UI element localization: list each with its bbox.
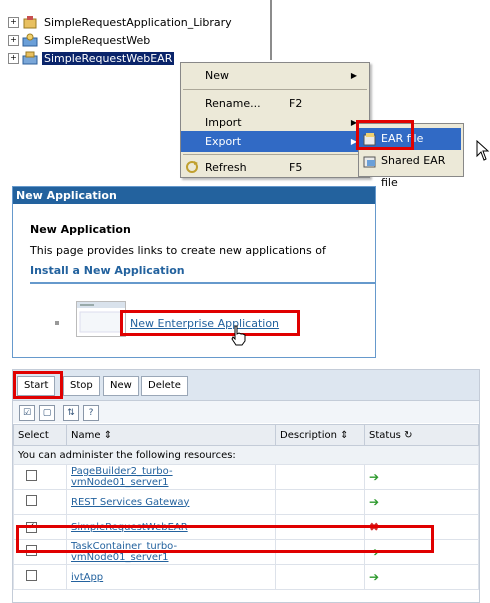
menu-item-label: Import xyxy=(205,116,242,129)
submenu-arrow-icon: ▶ xyxy=(350,71,357,80)
menu-item-label: Shared EAR file xyxy=(381,154,446,189)
menu-item-import[interactable]: Import ▶ xyxy=(181,112,367,133)
menu-item-export[interactable]: Export ▶ xyxy=(181,131,367,152)
refresh-icon xyxy=(185,160,199,181)
stop-button[interactable]: Stop xyxy=(63,376,100,396)
expand-icon[interactable]: + xyxy=(8,52,19,64)
deselect-all-icon[interactable]: ▢ xyxy=(39,405,55,421)
table-row: PageBuilder2_turbo-vmNode01_server1 ➔ xyxy=(13,464,479,490)
menu-item-rename[interactable]: Rename... F2 xyxy=(181,93,367,114)
column-header-description[interactable]: Description ⇕ xyxy=(275,424,365,446)
divider xyxy=(270,0,272,60)
app-name-line2: vmNode01_server1 xyxy=(71,552,169,563)
delete-button[interactable]: Delete xyxy=(141,376,188,396)
menu-item-shared-ear-file[interactable]: Shared EAR file xyxy=(359,150,461,189)
ear-project-icon xyxy=(22,51,38,65)
show-filter-icon[interactable]: ⇅ xyxy=(63,405,79,421)
library-project-icon xyxy=(22,15,38,29)
status-running-icon: ➔ xyxy=(369,470,380,484)
expand-icon[interactable]: + xyxy=(8,16,19,28)
new-button[interactable]: New xyxy=(103,376,139,396)
bullet-icon xyxy=(55,321,59,325)
highlight-enterprise-link xyxy=(120,310,300,336)
info-row: You can administer the following resourc… xyxy=(13,445,479,465)
sort-icon[interactable]: ⇕ xyxy=(340,430,348,441)
status-running-icon: ➔ xyxy=(369,570,380,584)
context-menu: New ▶ Rename... F2 Import ▶ Export ▶ Ref… xyxy=(180,62,370,178)
section-divider xyxy=(30,282,375,284)
menu-item-label: Rename... xyxy=(205,97,261,110)
filter-settings-icon[interactable]: ? xyxy=(83,405,99,421)
tree-item-web[interactable]: + SimpleRequestWeb xyxy=(8,32,152,48)
menu-item-refresh[interactable]: Refresh F5 xyxy=(181,157,367,178)
row-checkbox[interactable] xyxy=(26,495,37,506)
highlight-ear-file xyxy=(356,120,414,150)
refresh-status-icon[interactable]: ↻ xyxy=(404,430,412,441)
menu-shortcut: F2 xyxy=(289,97,303,110)
row-checkbox[interactable] xyxy=(26,570,37,581)
select-all-icon[interactable]: ☑ xyxy=(19,405,35,421)
description-cell xyxy=(275,489,365,515)
menu-item-label: New xyxy=(205,69,229,82)
app-name-line1: PageBuilder2_turbo- xyxy=(71,466,173,477)
application-link[interactable]: PageBuilder2_turbo-vmNode01_server1 xyxy=(71,466,271,488)
tree-item-label: SimpleRequestWeb xyxy=(44,33,151,47)
highlight-selected-row xyxy=(16,525,434,553)
application-link[interactable]: ivtApp xyxy=(71,572,103,583)
column-header-name[interactable]: Name ⇕ xyxy=(66,424,276,446)
menu-separator xyxy=(183,89,367,90)
column-header-select: Select xyxy=(13,424,67,446)
panel-title-bar: New Application xyxy=(13,187,375,204)
column-label: Description xyxy=(280,429,337,441)
new-application-panel: New Application New Application This pag… xyxy=(12,186,376,358)
page-description: This page provides links to create new a… xyxy=(30,244,326,257)
sort-icon[interactable]: ⇕ xyxy=(104,430,112,441)
application-thumbnail-icon xyxy=(76,301,126,337)
table-header-row: Select Name ⇕ Description ⇕ Status ↻ xyxy=(13,424,479,446)
button-toolbar: Start Stop New Delete xyxy=(13,370,479,401)
menu-item-new[interactable]: New ▶ xyxy=(181,65,367,86)
description-cell xyxy=(275,564,365,590)
application-link[interactable]: REST Services Gateway xyxy=(71,497,189,508)
menu-separator xyxy=(183,154,367,155)
column-header-status[interactable]: Status ↻ xyxy=(364,424,479,446)
info-text: You can administer the following resourc… xyxy=(13,445,479,465)
tree-item-label: SimpleRequestWebEAR xyxy=(42,51,175,65)
install-new-application-link[interactable]: Install a New Application xyxy=(30,264,185,277)
column-label: Name xyxy=(71,429,101,441)
shared-ear-file-icon xyxy=(363,154,377,176)
row-checkbox[interactable] xyxy=(26,470,37,481)
highlight-start-button xyxy=(13,371,63,399)
table-icon-toolbar: ☑ ▢ ⇅ ? xyxy=(13,401,479,423)
menu-item-label: Export xyxy=(205,135,242,148)
app-name-line2: vmNode01_server1 xyxy=(71,477,169,488)
hand-cursor-icon xyxy=(228,324,250,349)
page-title: New Application xyxy=(30,223,131,236)
tree-item-label: SimpleRequestApplication_Library xyxy=(44,15,232,29)
mouse-cursor-icon xyxy=(476,139,490,165)
description-cell xyxy=(275,464,365,490)
table-row: REST Services Gateway ➔ xyxy=(13,489,479,515)
expand-icon[interactable]: + xyxy=(8,34,19,46)
applications-table-panel: Start Stop New Delete ☑ ▢ ⇅ ? Select Nam… xyxy=(12,369,480,603)
menu-item-label: Refresh xyxy=(205,161,247,174)
table-row: ivtApp ➔ xyxy=(13,564,479,590)
tree-item-library[interactable]: + SimpleRequestApplication_Library xyxy=(8,14,234,30)
column-label: Status xyxy=(369,429,401,441)
applications-table: Select Name ⇕ Description ⇕ Status ↻ You… xyxy=(13,424,479,590)
web-project-icon xyxy=(22,33,38,47)
tree-item-webear[interactable]: + SimpleRequestWebEAR xyxy=(8,50,175,66)
menu-shortcut: F5 xyxy=(289,161,303,174)
status-running-icon: ➔ xyxy=(369,495,380,509)
